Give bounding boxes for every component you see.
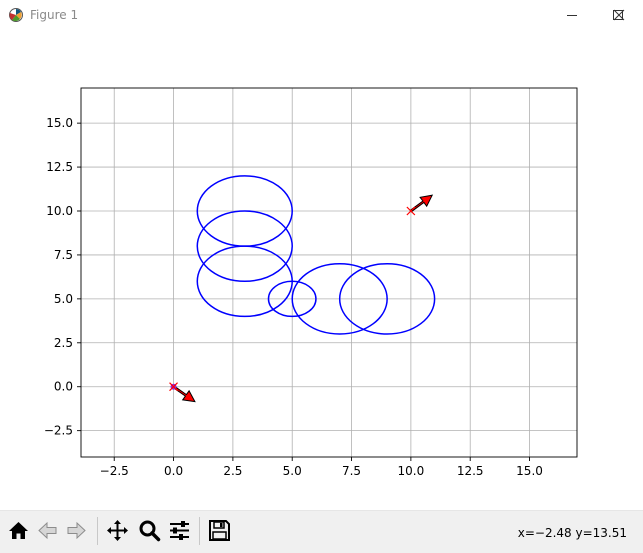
- forward-arrow-icon: [67, 521, 86, 540]
- configure-subplots-button[interactable]: [166, 516, 193, 545]
- x-tick-label: 12.5: [457, 464, 484, 478]
- home-icon: [9, 522, 28, 539]
- y-tick-label: 0.0: [54, 380, 73, 394]
- home-button[interactable]: [5, 516, 32, 545]
- y-tick-label: 5.0: [54, 292, 73, 306]
- back-arrow-icon: [38, 521, 57, 540]
- plot-figure: −2.5 0.0 2.5 5.0 7.5 10.0 12.5 15.0 −2.5 0.0 2.5 5.…: [44, 87, 578, 478]
- cursor-coordinates: x=−2.48 y=13.51: [517, 526, 627, 540]
- window-title: Figure 1: [30, 8, 79, 22]
- pan-button[interactable]: [104, 516, 131, 545]
- sliders-icon: [170, 521, 189, 540]
- x-tick-label: 7.5: [342, 464, 361, 478]
- toolbar-separator: [199, 517, 200, 545]
- window-titlebar: Figure 1: [0, 0, 643, 30]
- matplotlib-logo-icon: [8, 7, 24, 23]
- heading-arrow: [172, 385, 196, 403]
- y-tick-label: 15.0: [46, 116, 73, 130]
- save-button[interactable]: [206, 516, 233, 545]
- back-button[interactable]: [34, 516, 61, 545]
- figure-canvas[interactable]: −2.5 0.0 2.5 5.0 7.5 10.0 12.5 15.0 −2.5 0.0 2.5 5.…: [0, 31, 643, 510]
- x-tick-label: 10.0: [398, 464, 425, 478]
- y-tick-label: 7.5: [54, 248, 73, 262]
- x-tick-label: 2.5: [223, 464, 242, 478]
- x-tick-label: 5.0: [283, 464, 302, 478]
- minimize-icon: [567, 15, 577, 16]
- axes-frame: [80, 87, 578, 458]
- x-tick-label: 15.0: [516, 464, 543, 478]
- minimize-button[interactable]: [549, 0, 595, 30]
- move-icon: [107, 520, 128, 541]
- x-tick-label: 0.0: [164, 464, 183, 478]
- zoom-button[interactable]: [136, 516, 163, 545]
- y-tick-label: 2.5: [54, 336, 73, 350]
- y-tick-label: 12.5: [46, 160, 73, 174]
- heading-arrow: [409, 194, 434, 213]
- floppy-disk-icon: [209, 520, 230, 541]
- y-tick-label: −2.5: [44, 424, 73, 438]
- close-button[interactable]: [597, 0, 643, 30]
- x-tick-label: −2.5: [100, 464, 129, 478]
- magnifier-icon: [139, 520, 161, 542]
- forward-button[interactable]: [63, 516, 90, 545]
- y-tick-label: 10.0: [46, 204, 73, 218]
- toolbar-separator: [97, 517, 98, 545]
- close-icon: [613, 9, 625, 21]
- navigation-toolbar: x=−2.48 y=13.51: [0, 510, 643, 553]
